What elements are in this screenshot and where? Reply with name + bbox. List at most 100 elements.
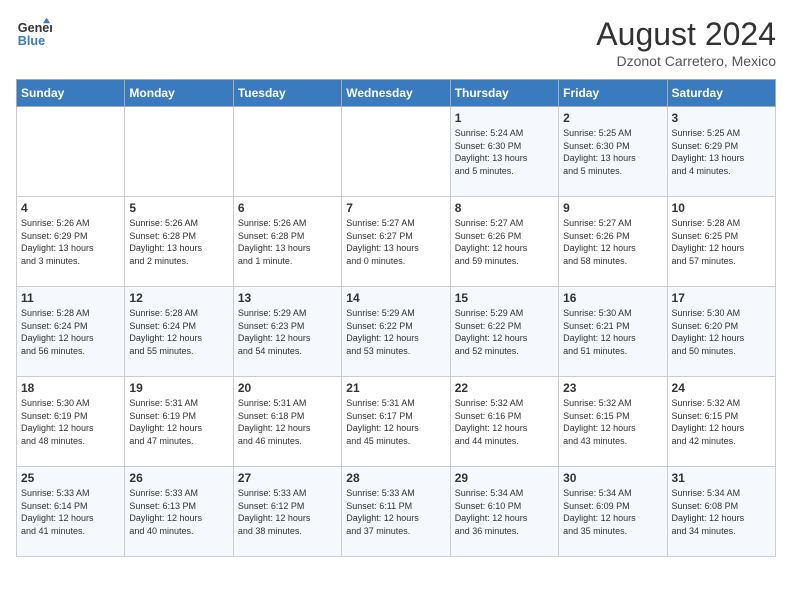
day-number: 12: [129, 291, 228, 305]
day-info: Sunrise: 5:32 AM Sunset: 6:15 PM Dayligh…: [563, 397, 662, 447]
day-info: Sunrise: 5:27 AM Sunset: 6:26 PM Dayligh…: [455, 217, 554, 267]
column-header-thursday: Thursday: [450, 80, 558, 107]
calendar-cell: [342, 107, 450, 197]
column-header-tuesday: Tuesday: [233, 80, 341, 107]
day-info: Sunrise: 5:28 AM Sunset: 6:25 PM Dayligh…: [672, 217, 771, 267]
day-info: Sunrise: 5:31 AM Sunset: 6:17 PM Dayligh…: [346, 397, 445, 447]
day-info: Sunrise: 5:34 AM Sunset: 6:08 PM Dayligh…: [672, 487, 771, 537]
calendar-cell: 5Sunrise: 5:26 AM Sunset: 6:28 PM Daylig…: [125, 197, 233, 287]
day-info: Sunrise: 5:31 AM Sunset: 6:18 PM Dayligh…: [238, 397, 337, 447]
day-number: 16: [563, 291, 662, 305]
day-number: 31: [672, 471, 771, 485]
calendar-cell: 24Sunrise: 5:32 AM Sunset: 6:15 PM Dayli…: [667, 377, 775, 467]
calendar-cell: 6Sunrise: 5:26 AM Sunset: 6:28 PM Daylig…: [233, 197, 341, 287]
day-info: Sunrise: 5:29 AM Sunset: 6:22 PM Dayligh…: [455, 307, 554, 357]
calendar-cell: [17, 107, 125, 197]
calendar-cell: 7 Sunrise: 5:27 AM Sunset: 6:27 PM Daylig…: [342, 197, 450, 287]
calendar-cell: 26 Sunrise: 5:33 AM Sunset: 6:13 PM Dayli…: [125, 467, 233, 557]
day-info: Sunrise: 5:25 AM Sunset: 6:29 PM Dayligh…: [672, 127, 771, 177]
day-number: 18: [21, 381, 120, 395]
day-info: Sunrise: 5:27 AM Sunset: 6:26 PM Dayligh…: [563, 217, 662, 267]
title-block: August 2024 Dzonot Carretero, Mexico: [596, 16, 776, 69]
day-number: 8: [455, 201, 554, 215]
day-info: Sunrise: 5:33 AM Sunset: 6:12 PM Dayligh…: [238, 487, 337, 537]
logo: General Blue: [16, 16, 52, 52]
day-number: 3: [672, 111, 771, 125]
day-number: 1: [455, 111, 554, 125]
calendar-cell: 19Sunrise: 5:31 AM Sunset: 6:19 PM Dayli…: [125, 377, 233, 467]
calendar-cell: 25 Sunrise: 5:33 AM Sunset: 6:14 PM Dayli…: [17, 467, 125, 557]
calendar-cell: 27 Sunrise: 5:33 AM Sunset: 6:12 PM Dayli…: [233, 467, 341, 557]
day-info: Sunrise: 5:28 AM Sunset: 6:24 PM Dayligh…: [21, 307, 120, 357]
calendar-cell: 30 Sunrise: 5:34 AM Sunset: 6:09 PM Dayli…: [559, 467, 667, 557]
column-header-wednesday: Wednesday: [342, 80, 450, 107]
day-number: 24: [672, 381, 771, 395]
day-info: Sunrise: 5:31 AM Sunset: 6:19 PM Dayligh…: [129, 397, 228, 447]
calendar-cell: 13 Sunrise: 5:29 AM Sunset: 6:23 PM Dayli…: [233, 287, 341, 377]
day-number: 17: [672, 291, 771, 305]
calendar-cell: [233, 107, 341, 197]
day-info: Sunrise: 5:34 AM Sunset: 6:10 PM Dayligh…: [455, 487, 554, 537]
page-header: General Blue August 2024 Dzonot Carreter…: [16, 16, 776, 69]
day-number: 15: [455, 291, 554, 305]
calendar-cell: 22Sunrise: 5:32 AM Sunset: 6:16 PM Dayli…: [450, 377, 558, 467]
day-info: Sunrise: 5:29 AM Sunset: 6:23 PM Dayligh…: [238, 307, 337, 357]
calendar-cell: 10Sunrise: 5:28 AM Sunset: 6:25 PM Dayli…: [667, 197, 775, 287]
day-info: Sunrise: 5:29 AM Sunset: 6:22 PM Dayligh…: [346, 307, 445, 357]
calendar-cell: 8 Sunrise: 5:27 AM Sunset: 6:26 PM Daylig…: [450, 197, 558, 287]
calendar-cell: 4 Sunrise: 5:26 AM Sunset: 6:29 PM Daylig…: [17, 197, 125, 287]
calendar-week-3: 11Sunrise: 5:28 AM Sunset: 6:24 PM Dayli…: [17, 287, 776, 377]
day-number: 13: [238, 291, 337, 305]
calendar-cell: 21 Sunrise: 5:31 AM Sunset: 6:17 PM Dayli…: [342, 377, 450, 467]
day-number: 14: [346, 291, 445, 305]
day-number: 5: [129, 201, 228, 215]
column-header-saturday: Saturday: [667, 80, 775, 107]
svg-text:Blue: Blue: [18, 34, 45, 48]
day-info: Sunrise: 5:33 AM Sunset: 6:14 PM Dayligh…: [21, 487, 120, 537]
day-info: Sunrise: 5:33 AM Sunset: 6:11 PM Dayligh…: [346, 487, 445, 537]
location: Dzonot Carretero, Mexico: [596, 53, 776, 69]
calendar-cell: 29 Sunrise: 5:34 AM Sunset: 6:10 PM Dayli…: [450, 467, 558, 557]
day-number: 29: [455, 471, 554, 485]
calendar-week-5: 25 Sunrise: 5:33 AM Sunset: 6:14 PM Dayli…: [17, 467, 776, 557]
calendar-cell: 2Sunrise: 5:25 AM Sunset: 6:30 PM Daylig…: [559, 107, 667, 197]
day-info: Sunrise: 5:30 AM Sunset: 6:21 PM Dayligh…: [563, 307, 662, 357]
day-number: 25: [21, 471, 120, 485]
calendar-cell: 1 Sunrise: 5:24 AM Sunset: 6:30 PM Daylig…: [450, 107, 558, 197]
calendar-cell: 18 Sunrise: 5:30 AM Sunset: 6:19 PM Dayli…: [17, 377, 125, 467]
calendar-cell: 9 Sunrise: 5:27 AM Sunset: 6:26 PM Daylig…: [559, 197, 667, 287]
logo-icon: General Blue: [16, 16, 52, 52]
day-number: 27: [238, 471, 337, 485]
day-info: Sunrise: 5:30 AM Sunset: 6:19 PM Dayligh…: [21, 397, 120, 447]
day-info: Sunrise: 5:26 AM Sunset: 6:29 PM Dayligh…: [21, 217, 120, 267]
day-number: 6: [238, 201, 337, 215]
calendar-cell: 15 Sunrise: 5:29 AM Sunset: 6:22 PM Dayli…: [450, 287, 558, 377]
day-info: Sunrise: 5:34 AM Sunset: 6:09 PM Dayligh…: [563, 487, 662, 537]
column-header-friday: Friday: [559, 80, 667, 107]
calendar-cell: 17 Sunrise: 5:30 AM Sunset: 6:20 PM Dayli…: [667, 287, 775, 377]
day-number: 26: [129, 471, 228, 485]
day-number: 20: [238, 381, 337, 395]
day-info: Sunrise: 5:30 AM Sunset: 6:20 PM Dayligh…: [672, 307, 771, 357]
column-header-monday: Monday: [125, 80, 233, 107]
day-number: 4: [21, 201, 120, 215]
day-number: 7: [346, 201, 445, 215]
calendar-header-row: SundayMondayTuesdayWednesdayThursdayFrid…: [17, 80, 776, 107]
calendar-cell: 28 Sunrise: 5:33 AM Sunset: 6:11 PM Dayli…: [342, 467, 450, 557]
day-info: Sunrise: 5:27 AM Sunset: 6:27 PM Dayligh…: [346, 217, 445, 267]
calendar-cell: 23Sunrise: 5:32 AM Sunset: 6:15 PM Dayli…: [559, 377, 667, 467]
day-number: 21: [346, 381, 445, 395]
day-number: 22: [455, 381, 554, 395]
day-info: Sunrise: 5:33 AM Sunset: 6:13 PM Dayligh…: [129, 487, 228, 537]
day-number: 30: [563, 471, 662, 485]
calendar-week-2: 4 Sunrise: 5:26 AM Sunset: 6:29 PM Daylig…: [17, 197, 776, 287]
day-info: Sunrise: 5:24 AM Sunset: 6:30 PM Dayligh…: [455, 127, 554, 177]
calendar-cell: 14 Sunrise: 5:29 AM Sunset: 6:22 PM Dayli…: [342, 287, 450, 377]
calendar-table: SundayMondayTuesdayWednesdayThursdayFrid…: [16, 79, 776, 557]
column-header-sunday: Sunday: [17, 80, 125, 107]
day-number: 9: [563, 201, 662, 215]
calendar-cell: 16 Sunrise: 5:30 AM Sunset: 6:21 PM Dayli…: [559, 287, 667, 377]
calendar-week-4: 18 Sunrise: 5:30 AM Sunset: 6:19 PM Dayli…: [17, 377, 776, 467]
calendar-cell: 20 Sunrise: 5:31 AM Sunset: 6:18 PM Dayli…: [233, 377, 341, 467]
day-number: 28: [346, 471, 445, 485]
